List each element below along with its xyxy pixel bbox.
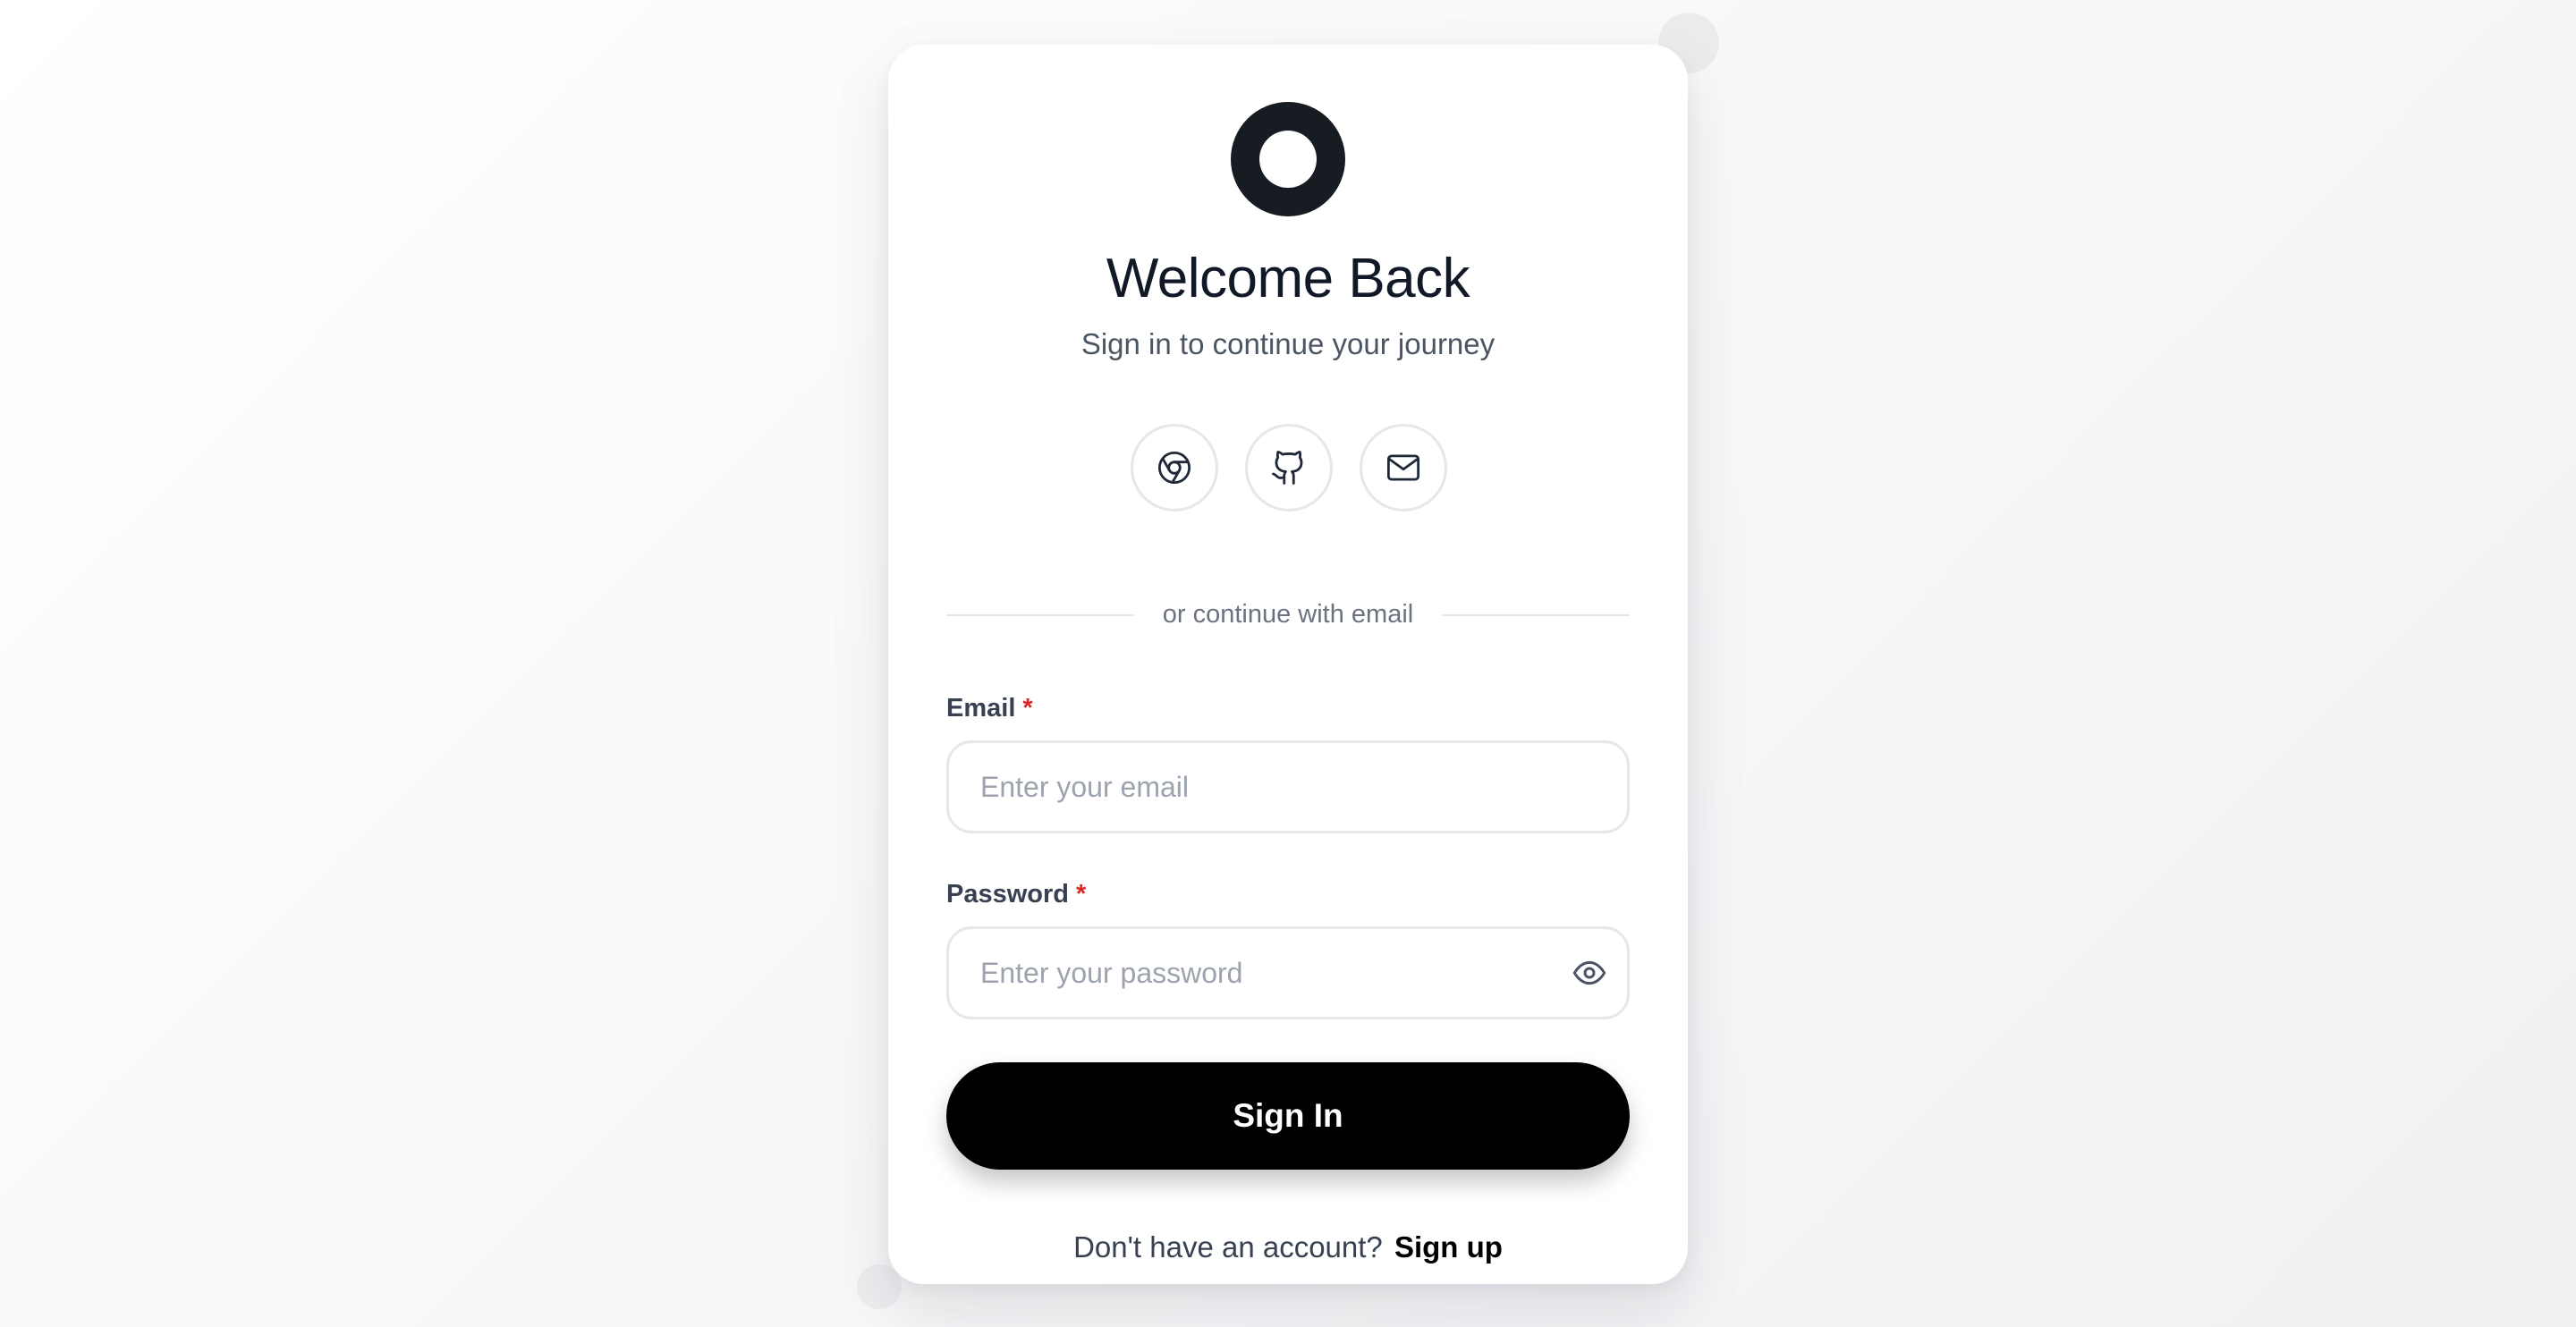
divider-line-right (1442, 614, 1630, 616)
signup-prompt-text: Don't have an account? (1073, 1230, 1383, 1264)
chrome-icon (1157, 451, 1191, 485)
or-divider: or continue with email (946, 597, 1630, 631)
email-required-marker: * (1022, 694, 1033, 723)
logo-ring-icon (1231, 102, 1345, 216)
github-icon (1272, 451, 1303, 485)
chrome-login-button[interactable] (1131, 424, 1218, 511)
email-label-text: Email (946, 694, 1016, 723)
login-card: Welcome Back Sign in to continue your jo… (888, 45, 1688, 1284)
email-input[interactable] (946, 740, 1630, 833)
sign-in-button[interactable]: Sign In (946, 1062, 1630, 1170)
social-login-row (888, 424, 1688, 511)
mail-icon (1386, 454, 1420, 481)
page-subtitle: Sign in to continue your journey (1080, 327, 1496, 360)
github-login-button[interactable] (1245, 424, 1333, 511)
sign-up-link[interactable]: Sign up (1394, 1230, 1503, 1264)
password-label: Password * (946, 878, 1086, 910)
email-label: Email * (946, 692, 1033, 724)
email-login-button[interactable] (1360, 424, 1447, 511)
eye-icon (1572, 960, 1606, 985)
password-input[interactable] (946, 926, 1630, 1019)
password-label-text: Password (946, 880, 1069, 909)
page-title: Welcome Back (1106, 248, 1470, 309)
password-required-marker: * (1076, 880, 1087, 909)
password-visibility-toggle[interactable] (1570, 953, 1609, 993)
signup-prompt: Don't have an account? Sign up (888, 1229, 1688, 1266)
decorative-circle-bottom (857, 1264, 902, 1309)
